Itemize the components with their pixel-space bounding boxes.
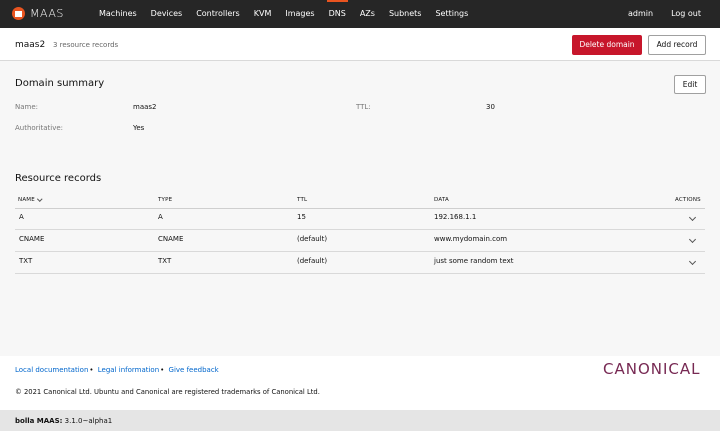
add-record-button[interactable]: Add record bbox=[648, 35, 706, 55]
status-bar: bolla MAAS: 3.1.0~alpha1 bbox=[0, 410, 720, 431]
local-documentation-link[interactable]: Local documentation bbox=[15, 366, 88, 374]
column-header-ttl[interactable]: TTL bbox=[297, 197, 307, 203]
record-count: 3 resource records bbox=[53, 41, 119, 49]
link-separator: • bbox=[89, 366, 94, 374]
copyright-text: © 2021 Canonical Ltd. Ubuntu and Canonic… bbox=[15, 388, 320, 396]
authoritative-label: Authoritative: bbox=[15, 124, 64, 132]
cell-type: A bbox=[158, 213, 163, 221]
chevron-down-icon[interactable] bbox=[688, 213, 697, 222]
nav-item-machines[interactable]: Machines bbox=[92, 0, 144, 28]
cell-name: CNAME bbox=[19, 235, 45, 243]
column-header-name-label: NAME bbox=[18, 197, 35, 203]
logout-link[interactable]: Log out bbox=[662, 0, 710, 28]
table-row: A A 15 192.168.1.1 bbox=[15, 209, 705, 230]
nav-item-images[interactable]: Images bbox=[278, 0, 321, 28]
chevron-down-icon[interactable] bbox=[688, 235, 697, 244]
main-nav: Machines Devices Controllers KVM Images … bbox=[92, 0, 475, 28]
chevron-down-icon[interactable] bbox=[688, 257, 697, 266]
status-host: bolla MAAS: bbox=[15, 417, 63, 425]
cell-data: 192.168.1.1 bbox=[434, 213, 477, 221]
cell-ttl: (default) bbox=[297, 257, 328, 265]
column-header-actions: ACTIONS bbox=[675, 197, 701, 203]
legal-information-link[interactable]: Legal information bbox=[98, 366, 159, 374]
cell-ttl: 15 bbox=[297, 213, 306, 221]
maas-logo-icon bbox=[12, 7, 25, 20]
edit-button[interactable]: Edit bbox=[674, 75, 706, 94]
maas-logo[interactable]: MAAS bbox=[12, 7, 64, 20]
cell-type: TXT bbox=[158, 257, 172, 265]
nav-item-devices[interactable]: Devices bbox=[144, 0, 190, 28]
nav-item-dns[interactable]: DNS bbox=[322, 0, 353, 28]
column-header-type[interactable]: TYPE bbox=[158, 197, 172, 203]
nav-item-subnets[interactable]: Subnets bbox=[382, 0, 429, 28]
link-separator: • bbox=[160, 366, 165, 374]
resource-records-title: Resource records bbox=[15, 173, 102, 184]
status-text: bolla MAAS: 3.1.0~alpha1 bbox=[15, 417, 112, 425]
cell-type: CNAME bbox=[158, 235, 184, 243]
column-header-data[interactable]: DATA bbox=[434, 197, 449, 203]
nav-item-kvm[interactable]: KVM bbox=[247, 0, 279, 28]
nav-item-admin[interactable]: admin bbox=[619, 0, 662, 28]
give-feedback-link[interactable]: Give feedback bbox=[169, 366, 219, 374]
authoritative-value: Yes bbox=[133, 124, 145, 132]
ttl-value: 30 bbox=[486, 103, 495, 111]
column-header-name[interactable]: NAME bbox=[18, 195, 43, 203]
sort-chevron-icon bbox=[37, 195, 43, 201]
page-title: maas2 bbox=[15, 40, 46, 50]
cell-data: just some random text bbox=[434, 257, 514, 265]
canonical-logo: CANONICAL bbox=[603, 360, 701, 378]
cell-name: A bbox=[19, 213, 24, 221]
footer: Local documentation• Legal information• … bbox=[0, 356, 720, 410]
cell-data: www.mydomain.com bbox=[434, 235, 508, 243]
name-label: Name: bbox=[15, 103, 39, 111]
logo-text: MAAS bbox=[30, 7, 64, 20]
table-row: TXT TXT (default) just some random text bbox=[15, 253, 705, 274]
nav-item-azs[interactable]: AZs bbox=[353, 0, 382, 28]
page-header: maas2 3 resource records Delete domain A… bbox=[0, 28, 720, 61]
delete-domain-button[interactable]: Delete domain bbox=[572, 35, 642, 55]
table-row: CNAME CNAME (default) www.mydomain.com bbox=[15, 231, 705, 252]
top-navigation: MAAS Machines Devices Controllers KVM Im… bbox=[0, 0, 720, 28]
domain-summary-title: Domain summary bbox=[15, 78, 105, 89]
cell-name: TXT bbox=[19, 257, 33, 265]
status-version: 3.1.0~alpha1 bbox=[64, 417, 113, 425]
ttl-label: TTL: bbox=[356, 103, 371, 111]
user-nav: admin Log out bbox=[619, 0, 710, 28]
cell-ttl: (default) bbox=[297, 235, 328, 243]
nav-item-controllers[interactable]: Controllers bbox=[189, 0, 247, 28]
footer-links: Local documentation• Legal information• … bbox=[15, 366, 219, 374]
nav-item-settings[interactable]: Settings bbox=[428, 0, 475, 28]
name-value: maas2 bbox=[133, 103, 157, 111]
